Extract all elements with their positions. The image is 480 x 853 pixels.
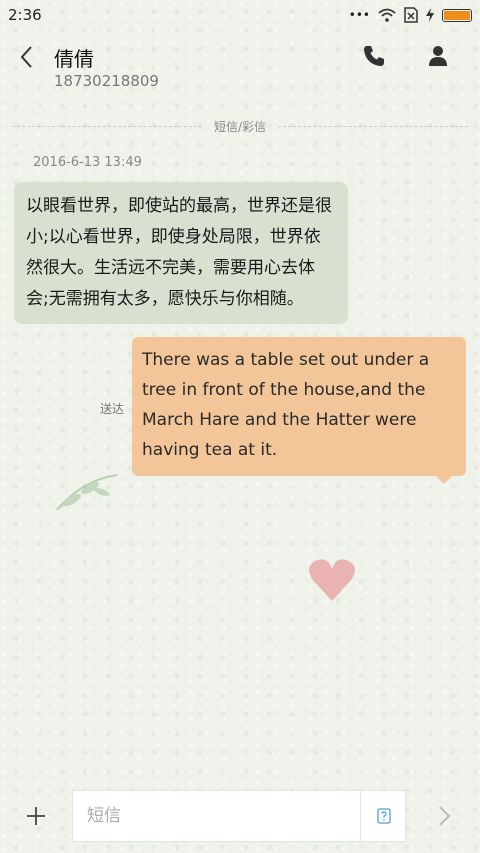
battery-level [444,10,470,20]
quick-reply-icon[interactable] [377,808,391,824]
outgoing-message-text: There was a table set out under a tree i… [142,350,430,460]
send-chevron-icon[interactable] [436,802,454,830]
status-time: 2:36 [8,6,42,24]
person-icon[interactable] [424,42,452,70]
more-dots-icon: ••• [348,8,370,22]
message-input-placeholder: 短信 [87,806,121,826]
message-type-divider: 短信/彩信 [0,116,480,136]
status-icons: ••• [349,7,472,23]
incoming-message-bubble[interactable]: 以眼看世界，即使站的最高，世界还是很小;以心看世界，即使身处局限，世界依然很大。… [14,182,348,324]
battery-icon [442,8,472,22]
outgoing-message-bubble[interactable]: There was a table set out under a tree i… [132,337,466,484]
input-separator [360,791,361,841]
conversation-header: 倩倩 18730218809 [0,32,480,112]
delivery-status: 送达 [100,402,125,416]
message-input[interactable]: 短信 [72,790,406,842]
leaf-decoration-icon [56,474,118,511]
divider-line-right [278,125,469,127]
contact-number: 18730218809 [54,72,159,90]
message-timestamp: 2016-6-13 13:49 [33,155,142,170]
charging-icon [426,8,434,22]
no-sim-icon [404,7,418,23]
wifi-icon [378,8,396,22]
phone-icon[interactable] [360,42,388,70]
divider-line-left [12,125,202,127]
message-type-label: 短信/彩信 [213,119,267,134]
incoming-message-text: 以眼看世界，即使站的最高，世界还是很小;以心看世界，即使身处局限，世界依然很大。… [26,196,332,309]
heart-decoration-icon [309,559,355,601]
plus-icon[interactable] [24,804,48,828]
contact-name: 倩倩 [54,47,94,71]
status-bar: 2:36 ••• [0,0,480,30]
back-arrow-icon[interactable] [16,42,40,72]
compose-bar: 短信 [0,788,480,844]
